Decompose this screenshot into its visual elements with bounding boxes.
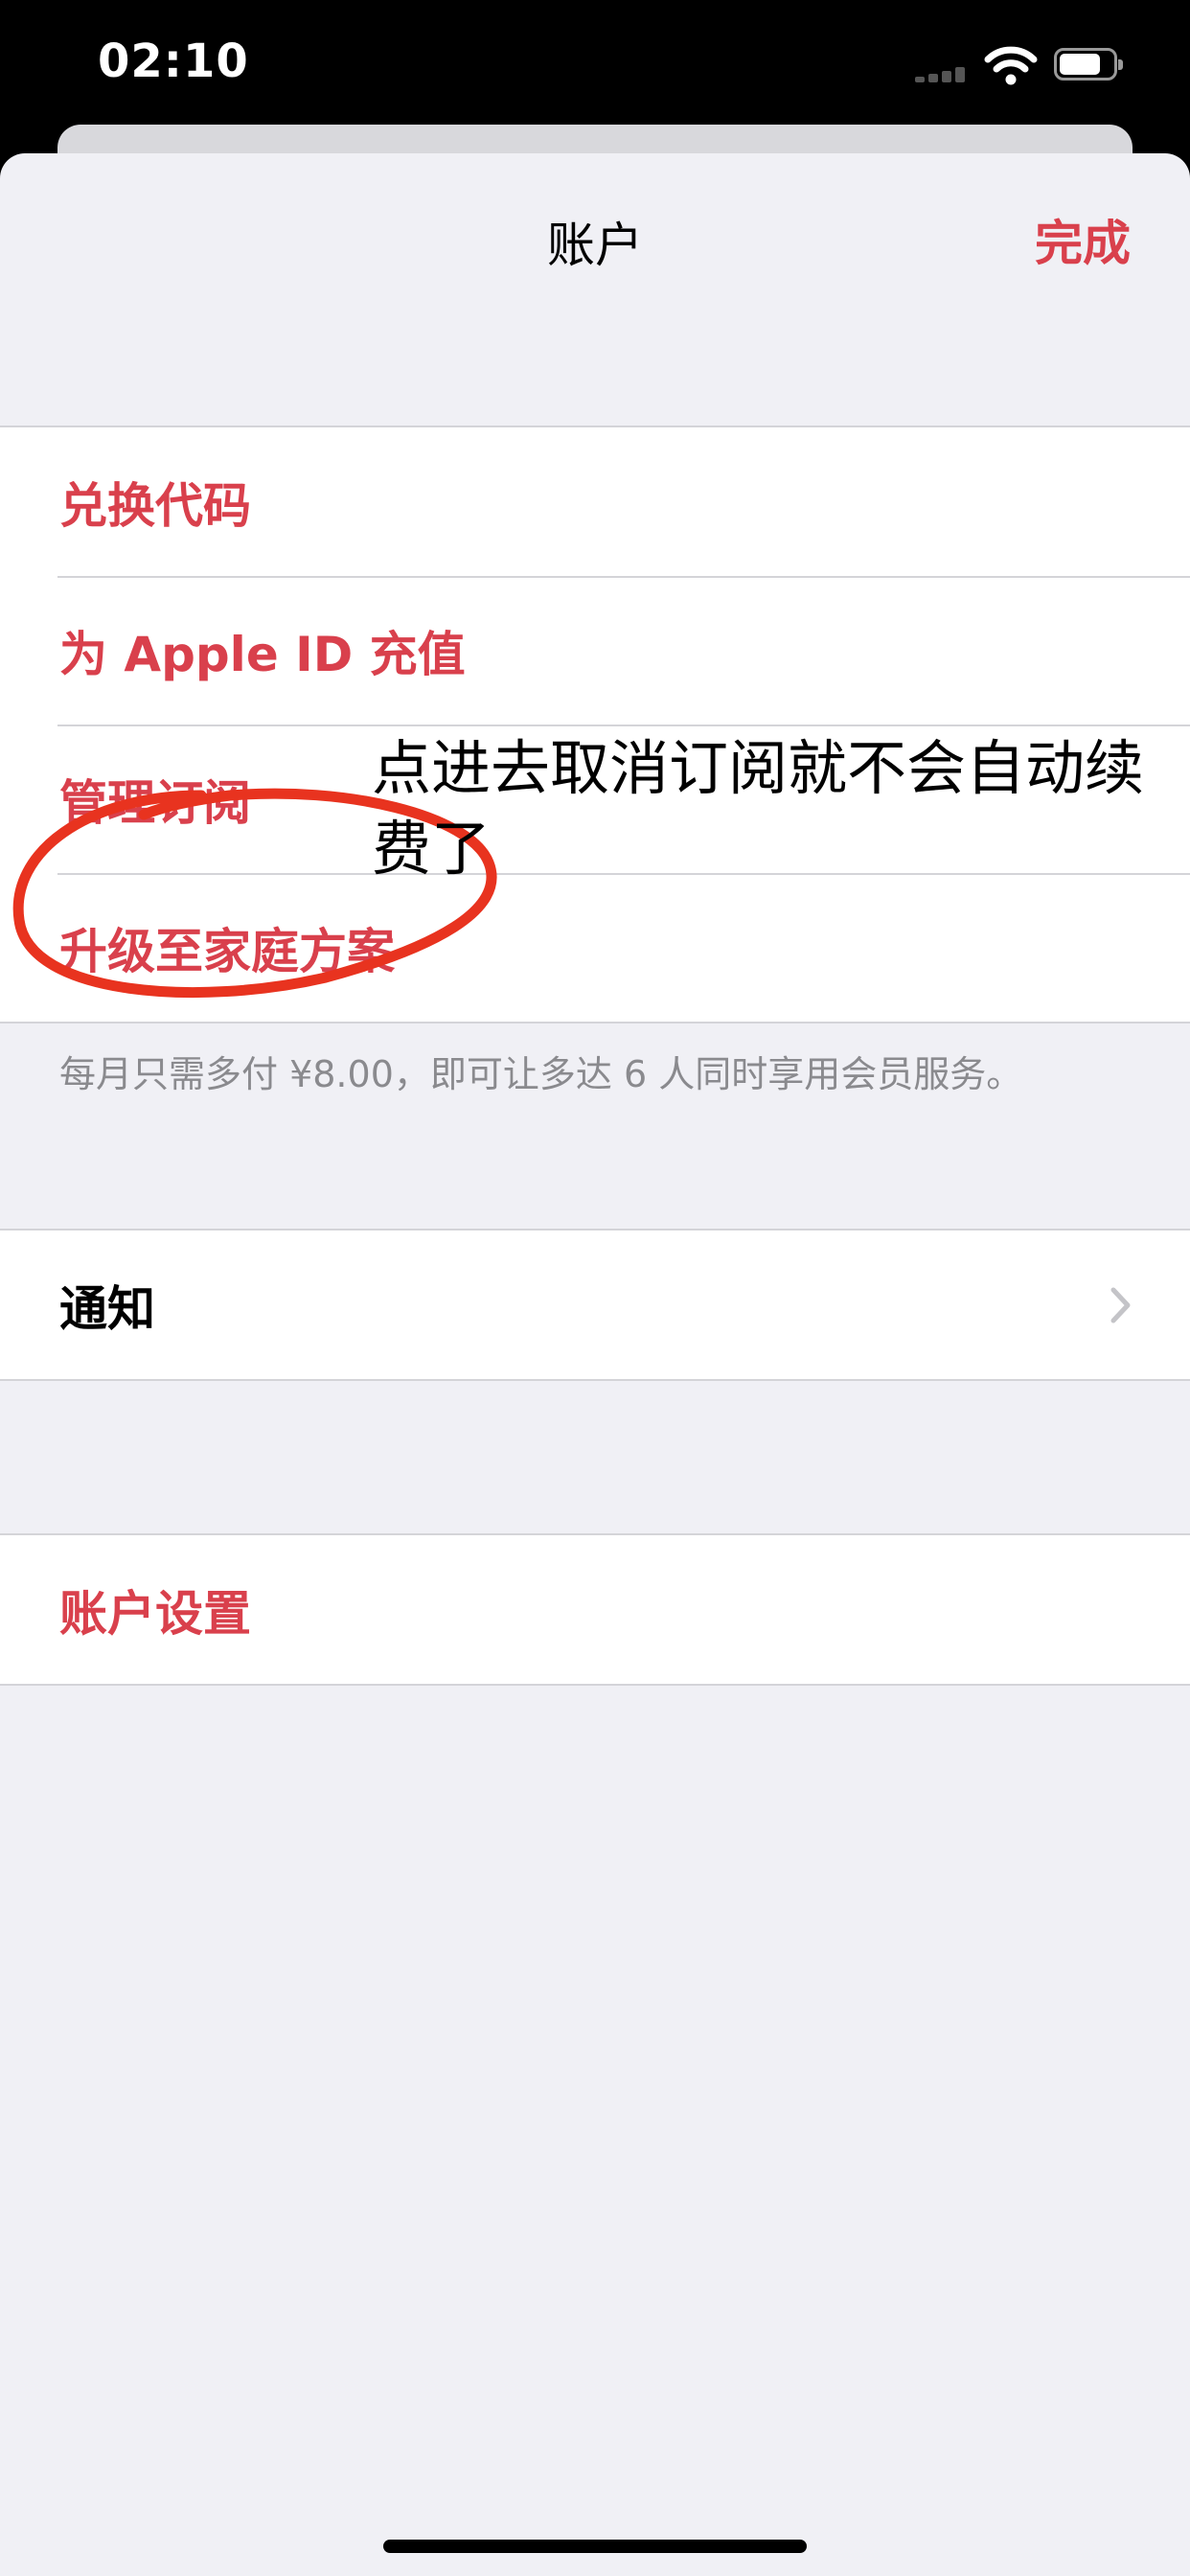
add-funds-label: 为 Apple ID 充值 [59, 626, 466, 682]
account-settings-row[interactable]: 账户设置 [0, 1535, 1190, 1684]
account-sheet: 账户 完成 兑换代码 为 Apple ID 充值 管理订阅 升级至家庭方案 每月… [0, 153, 1190, 2576]
family-plan-footnote: 每月只需多付 ¥8.00，即可让多达 6 人同时享用会员服务。 [59, 1053, 1023, 1095]
done-button[interactable]: 完成 [1035, 205, 1131, 274]
wifi-icon [984, 46, 1038, 85]
status-bar: 02:10 [0, 0, 1190, 125]
home-indicator [383, 2540, 807, 2553]
cellular-signal-icon [915, 67, 971, 82]
account-settings-label: 账户设置 [59, 1585, 251, 1642]
battery-icon [1054, 48, 1123, 80]
account-settings-group: 账户设置 [0, 1533, 1190, 1686]
family-plan-label: 升级至家庭方案 [59, 923, 395, 979]
notifications-group: 通知 [0, 1229, 1190, 1381]
add-funds-row[interactable]: 为 Apple ID 充值 [0, 576, 1190, 724]
account-actions-group: 兑换代码 为 Apple ID 充值 管理订阅 升级至家庭方案 [0, 426, 1190, 1024]
redeem-code-row[interactable]: 兑换代码 [0, 427, 1190, 576]
notifications-label: 通知 [59, 1280, 155, 1337]
redeem-code-label: 兑换代码 [59, 477, 251, 534]
page-title: 账户 [547, 218, 643, 273]
status-time: 02:10 [98, 34, 249, 88]
annotation-text: 点进去取消订阅就不会自动续费了 [372, 733, 1145, 884]
manage-subscriptions-label: 管理订阅 [59, 774, 251, 831]
chevron-right-icon [1110, 1287, 1131, 1322]
notifications-row[interactable]: 通知 [0, 1230, 1190, 1379]
family-plan-row[interactable]: 升级至家庭方案 [0, 873, 1190, 1022]
